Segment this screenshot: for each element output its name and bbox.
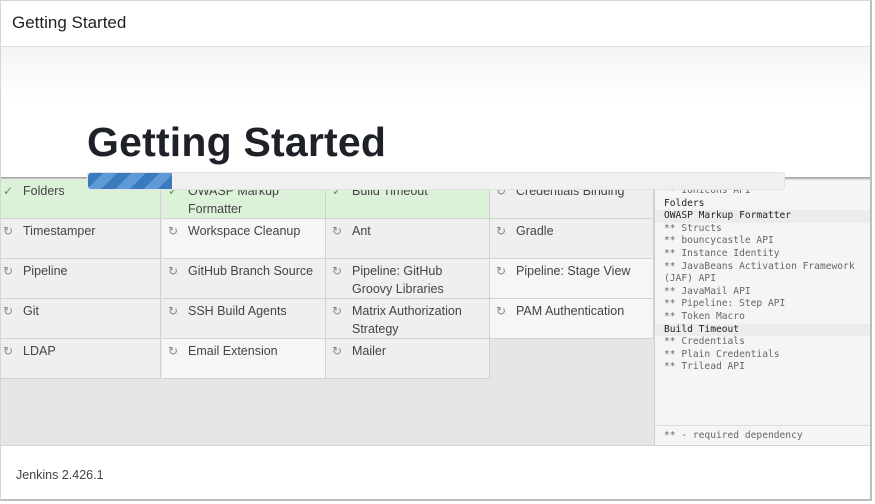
refresh-icon: ↻ bbox=[3, 304, 14, 318]
log-line: ** Credentials bbox=[664, 336, 745, 348]
plugin-label: PAM Authentication bbox=[516, 304, 625, 318]
log-line: Folders bbox=[664, 197, 705, 209]
plugin-item: ↻ Email Extension bbox=[162, 339, 326, 379]
plugin-item: ↻ Git bbox=[1, 299, 161, 339]
log-line: ** Instance Identity bbox=[664, 247, 780, 259]
log-line: ** Plain Credentials bbox=[664, 348, 780, 360]
log-line: ** Pipeline: Step API bbox=[664, 298, 786, 310]
plugin-label: Pipeline bbox=[23, 264, 68, 278]
page-title: Getting Started bbox=[87, 119, 387, 165]
plugin-item: ↻ Workspace Cleanup bbox=[162, 219, 326, 259]
plugin-label: GitHub Branch Source bbox=[188, 264, 314, 278]
plugin-item: ↻ Gradle bbox=[490, 219, 654, 259]
plugin-item: ↻ Pipeline: GitHub Groovy Libraries bbox=[326, 259, 490, 299]
setup-window: Getting Started Getting Started ✓ Folders… bbox=[0, 0, 872, 501]
plugin-item: ↻ Timestamper bbox=[1, 219, 161, 259]
log-line: OWASP Markup Formatter bbox=[655, 210, 870, 223]
install-log-panel[interactable]: ** Ionicons API Folders OWASP Markup Forma… bbox=[654, 181, 870, 445]
log-line: ** Structs bbox=[664, 222, 722, 234]
footer-divider bbox=[1, 445, 870, 446]
plugin-label: Timestamper bbox=[23, 224, 96, 238]
refresh-icon: ↻ bbox=[3, 224, 14, 238]
log-line: ** Token Macro bbox=[664, 310, 745, 322]
refresh-icon: ↻ bbox=[332, 344, 343, 358]
refresh-icon: ↻ bbox=[496, 264, 507, 278]
plugin-label: Folders bbox=[23, 184, 65, 198]
plugin-label: LDAP bbox=[23, 344, 56, 358]
plugin-label: Git bbox=[23, 304, 39, 318]
refresh-icon: ↻ bbox=[332, 224, 343, 238]
install-progress-fill bbox=[88, 173, 172, 189]
refresh-icon: ↻ bbox=[496, 304, 507, 318]
plugin-label: Gradle bbox=[516, 224, 554, 238]
log-line: ** bouncycastle API bbox=[664, 235, 774, 247]
plugin-label: Email Extension bbox=[188, 344, 278, 358]
refresh-icon: ↻ bbox=[3, 264, 14, 278]
plugin-item: ↻ Pipeline: Stage View bbox=[490, 259, 654, 299]
plugin-item: ↻ Ant bbox=[326, 219, 490, 259]
check-icon: ✓ bbox=[3, 184, 14, 198]
install-log-lines: ** Ionicons API Folders OWASP Markup Forma… bbox=[655, 181, 870, 374]
top-bar: Getting Started bbox=[1, 1, 870, 47]
plugin-label: Ant bbox=[352, 224, 371, 238]
refresh-icon: ↻ bbox=[168, 344, 179, 358]
refresh-icon: ↻ bbox=[332, 264, 343, 278]
log-line: Build Timeout bbox=[655, 323, 870, 337]
plugin-item: ↻ Matrix Authorization Strategy bbox=[326, 299, 490, 339]
dependency-footnote: ** - required dependency bbox=[655, 425, 870, 445]
plugin-item: ↻ LDAP bbox=[1, 339, 161, 379]
refresh-icon: ↻ bbox=[168, 264, 179, 278]
plugin-label: Pipeline: Stage View bbox=[516, 264, 631, 278]
plugin-label: Mailer bbox=[352, 344, 387, 358]
refresh-icon: ↻ bbox=[168, 224, 179, 238]
refresh-icon: ↻ bbox=[3, 344, 14, 358]
log-line: ** Trilead API bbox=[664, 361, 745, 373]
plugin-label: Matrix Authorization Strategy bbox=[352, 304, 462, 336]
plugin-item: ↻ Mailer bbox=[326, 339, 490, 379]
refresh-icon: ↻ bbox=[168, 304, 179, 318]
plugin-item: ↻ Pipeline bbox=[1, 259, 161, 299]
plugin-item: ↻ SSH Build Agents bbox=[162, 299, 326, 339]
log-line: ** JavaBeans Activation Framework (JAF) … bbox=[664, 260, 855, 285]
plugin-item: ↻ GitHub Branch Source bbox=[162, 259, 326, 299]
jenkins-version: Jenkins 2.426.1 bbox=[16, 468, 104, 482]
plugin-label: Pipeline: GitHub Groovy Libraries bbox=[352, 264, 444, 296]
install-progress-bar bbox=[87, 172, 785, 190]
top-bar-title: Getting Started bbox=[12, 13, 127, 32]
plugin-item: ↻ PAM Authentication bbox=[490, 299, 654, 339]
refresh-icon: ↻ bbox=[332, 304, 343, 318]
plugin-label: SSH Build Agents bbox=[188, 304, 287, 318]
refresh-icon: ↻ bbox=[496, 224, 507, 238]
plugin-label: Workspace Cleanup bbox=[188, 224, 301, 238]
log-line: ** JavaMail API bbox=[664, 285, 751, 297]
